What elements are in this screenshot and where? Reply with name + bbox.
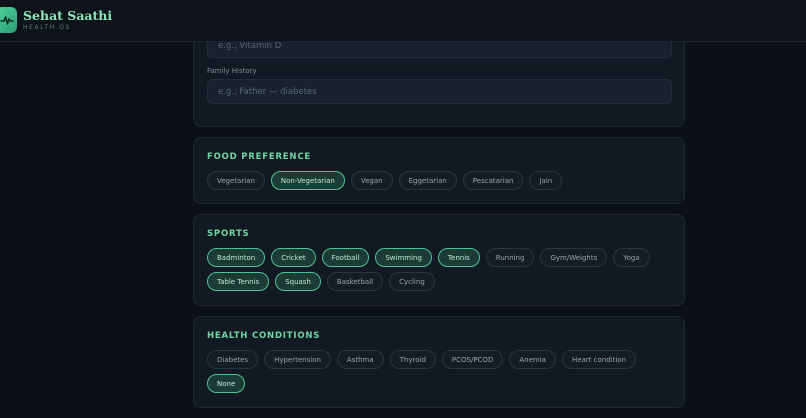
food-preference-title: FOOD PREFERENCE [207,152,311,162]
health-conditions-title: HEALTH CONDITIONS [207,331,321,341]
health-chip-anemia[interactable]: Anemia [509,350,556,369]
sport-chip-tennis[interactable]: Tennis [437,248,480,267]
family-history-label: Family History [207,67,257,75]
food-preference-chips: Vegetarian Non-Vegetarian Vegan Eggetarian P… [207,171,677,190]
app-subtitle: HEALTH OS [23,24,71,31]
health-conditions-chips: Diabetes Hypertension Asthma Thyroid PCOS/PC… [207,350,677,393]
sports-chips: Badminton Cricket Football Swimming Tennis Ru… [207,248,677,291]
sports-title: SPORTS [207,229,250,239]
health-chip-pcos-pcod[interactable]: PCOS/PCOD [441,350,504,369]
top-bar: Sehat Saathi HEALTH OS [0,0,806,42]
family-history-input[interactable] [207,79,672,104]
sport-chip-football[interactable]: Football [321,248,370,267]
food-chip-pescatarian[interactable]: Pescatarian [462,171,524,190]
food-chip-vegetarian[interactable]: Vegetarian [207,171,265,190]
food-preference-card: FOOD PREFERENCE Vegetarian Non-Vegetarian… [193,137,685,204]
food-chip-vegan[interactable]: Vegan [350,171,393,190]
food-chip-jain[interactable]: Jain [529,171,563,190]
sport-chip-gym-weights[interactable]: Gym/Weights [540,248,608,267]
sport-chip-basketball[interactable]: Basketball [326,272,384,291]
sport-chip-yoga[interactable]: Yoga [613,248,650,267]
sport-chip-squash[interactable]: Squash [275,272,321,291]
health-chip-none[interactable]: None [207,374,246,393]
main-content: Family History FOOD PREFERENCE Vegetaria… [0,0,806,418]
health-chip-heart-condition[interactable]: Heart condition [561,350,637,369]
sport-chip-cricket[interactable]: Cricket [271,248,316,267]
sport-chip-swimming[interactable]: Swimming [375,248,432,267]
app-logo[interactable] [0,7,17,33]
food-chip-eggetarian[interactable]: Eggetarian [398,171,457,190]
pulse-icon [0,16,14,25]
sports-card: SPORTS Badminton Cricket Football Swimming T… [193,214,685,306]
health-chip-thyroid[interactable]: Thyroid [389,350,436,369]
sport-chip-table-tennis[interactable]: Table Tennis [207,272,270,291]
app-name: Sehat Saathi [23,8,113,23]
sport-chip-cycling[interactable]: Cycling [389,272,435,291]
health-chip-asthma[interactable]: Asthma [336,350,384,369]
health-chip-hypertension[interactable]: Hypertension [264,350,331,369]
sport-chip-running[interactable]: Running [485,248,535,267]
health-chip-diabetes[interactable]: Diabetes [207,350,259,369]
sport-chip-badminton[interactable]: Badminton [207,248,266,267]
health-conditions-card: HEALTH CONDITIONS Diabetes Hypertension As… [193,316,685,408]
food-chip-non-vegetarian[interactable]: Non-Vegetarian [270,171,345,190]
